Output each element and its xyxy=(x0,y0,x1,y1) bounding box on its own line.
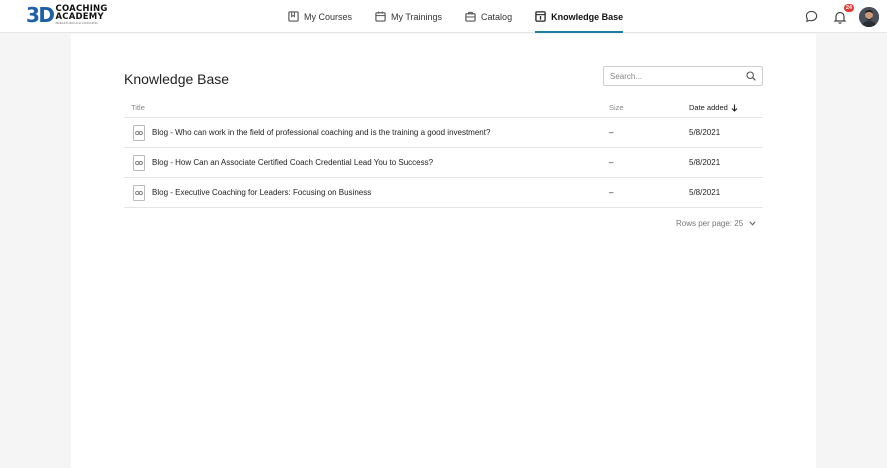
knowledge-base-table: Title Size Date added Blog - Who can wor… xyxy=(124,98,763,208)
nav-knowledge-base[interactable]: Knowledge Base xyxy=(535,0,624,33)
top-bar: 3D COACHING ACADEMY BREAKTHROUGH COACHIN… xyxy=(0,0,887,33)
page-title: Knowledge Base xyxy=(124,71,230,87)
search-box[interactable] xyxy=(603,66,763,86)
nav-catalog-label: Catalog xyxy=(481,11,513,22)
main-nav: My Courses My Trainings Catalog Knowledg… xyxy=(280,0,624,33)
rows-per-page-label: Rows per page: 25 xyxy=(676,219,744,228)
avatar[interactable] xyxy=(859,6,879,27)
nav-my-trainings[interactable]: My Trainings xyxy=(375,0,442,33)
table-row[interactable]: Blog - Executive Coaching for Leaders: F… xyxy=(124,178,763,208)
logo-text: COACHING ACADEMY BREAKTHROUGH COACHING xyxy=(56,5,108,25)
catalog-icon xyxy=(465,11,476,22)
arrow-down-icon xyxy=(731,104,738,112)
logo-line-2: ACADEMY xyxy=(55,12,104,22)
table-row[interactable]: Blog - How Can an Associate Certified Co… xyxy=(124,148,763,178)
row-title[interactable]: Blog - How Can an Associate Certified Co… xyxy=(152,158,433,167)
courses-icon xyxy=(288,11,299,22)
column-size[interactable]: Size xyxy=(609,103,624,112)
nav-my-trainings-label: My Trainings xyxy=(391,11,443,22)
header-actions: 24 xyxy=(805,0,879,33)
column-date-added-label: Date added xyxy=(689,103,728,112)
search-icon[interactable] xyxy=(746,71,756,81)
table-row[interactable]: Blog - Who can work in the field of prof… xyxy=(124,118,763,148)
row-size: – xyxy=(609,128,614,137)
nav-knowledge-base-label: Knowledge Base xyxy=(551,11,624,22)
logo[interactable]: 3D COACHING ACADEMY BREAKTHROUGH COACHIN… xyxy=(26,5,108,25)
row-size: – xyxy=(609,158,614,167)
link-file-icon xyxy=(133,185,145,201)
link-file-icon xyxy=(133,125,145,141)
row-title[interactable]: Blog - Who can work in the field of prof… xyxy=(152,128,490,137)
link-file-icon xyxy=(133,155,145,171)
nav-catalog[interactable]: Catalog xyxy=(465,0,512,33)
row-size: – xyxy=(609,188,614,197)
rows-per-page-select[interactable]: Rows per page: 25 xyxy=(676,219,756,228)
row-date: 5/8/2021 xyxy=(689,128,721,137)
nav-my-courses-label: My Courses xyxy=(304,11,353,22)
row-date: 5/8/2021 xyxy=(689,188,721,197)
row-date: 5/8/2021 xyxy=(689,158,721,167)
logo-mark: 3D xyxy=(26,3,55,27)
bell-icon xyxy=(833,11,847,24)
content-card: Knowledge Base Title Size Date added Blo… xyxy=(71,34,816,468)
notification-badge: 24 xyxy=(843,3,854,12)
notifications-button[interactable]: 24 xyxy=(833,3,854,24)
calendar-icon xyxy=(375,11,386,22)
chat-icon[interactable] xyxy=(805,10,818,23)
row-title[interactable]: Blog - Executive Coaching for Leaders: F… xyxy=(152,188,371,197)
avatar-image xyxy=(859,6,879,27)
column-date-added[interactable]: Date added xyxy=(689,103,738,112)
logo-line-3: BREAKTHROUGH COACHING xyxy=(55,21,98,25)
knowledge-base-icon xyxy=(535,11,546,22)
search-input[interactable] xyxy=(610,71,746,81)
chevron-down-icon xyxy=(749,221,756,226)
table-header: Title Size Date added xyxy=(124,98,763,118)
column-title[interactable]: Title xyxy=(131,103,145,112)
nav-my-courses[interactable]: My Courses xyxy=(288,0,352,33)
